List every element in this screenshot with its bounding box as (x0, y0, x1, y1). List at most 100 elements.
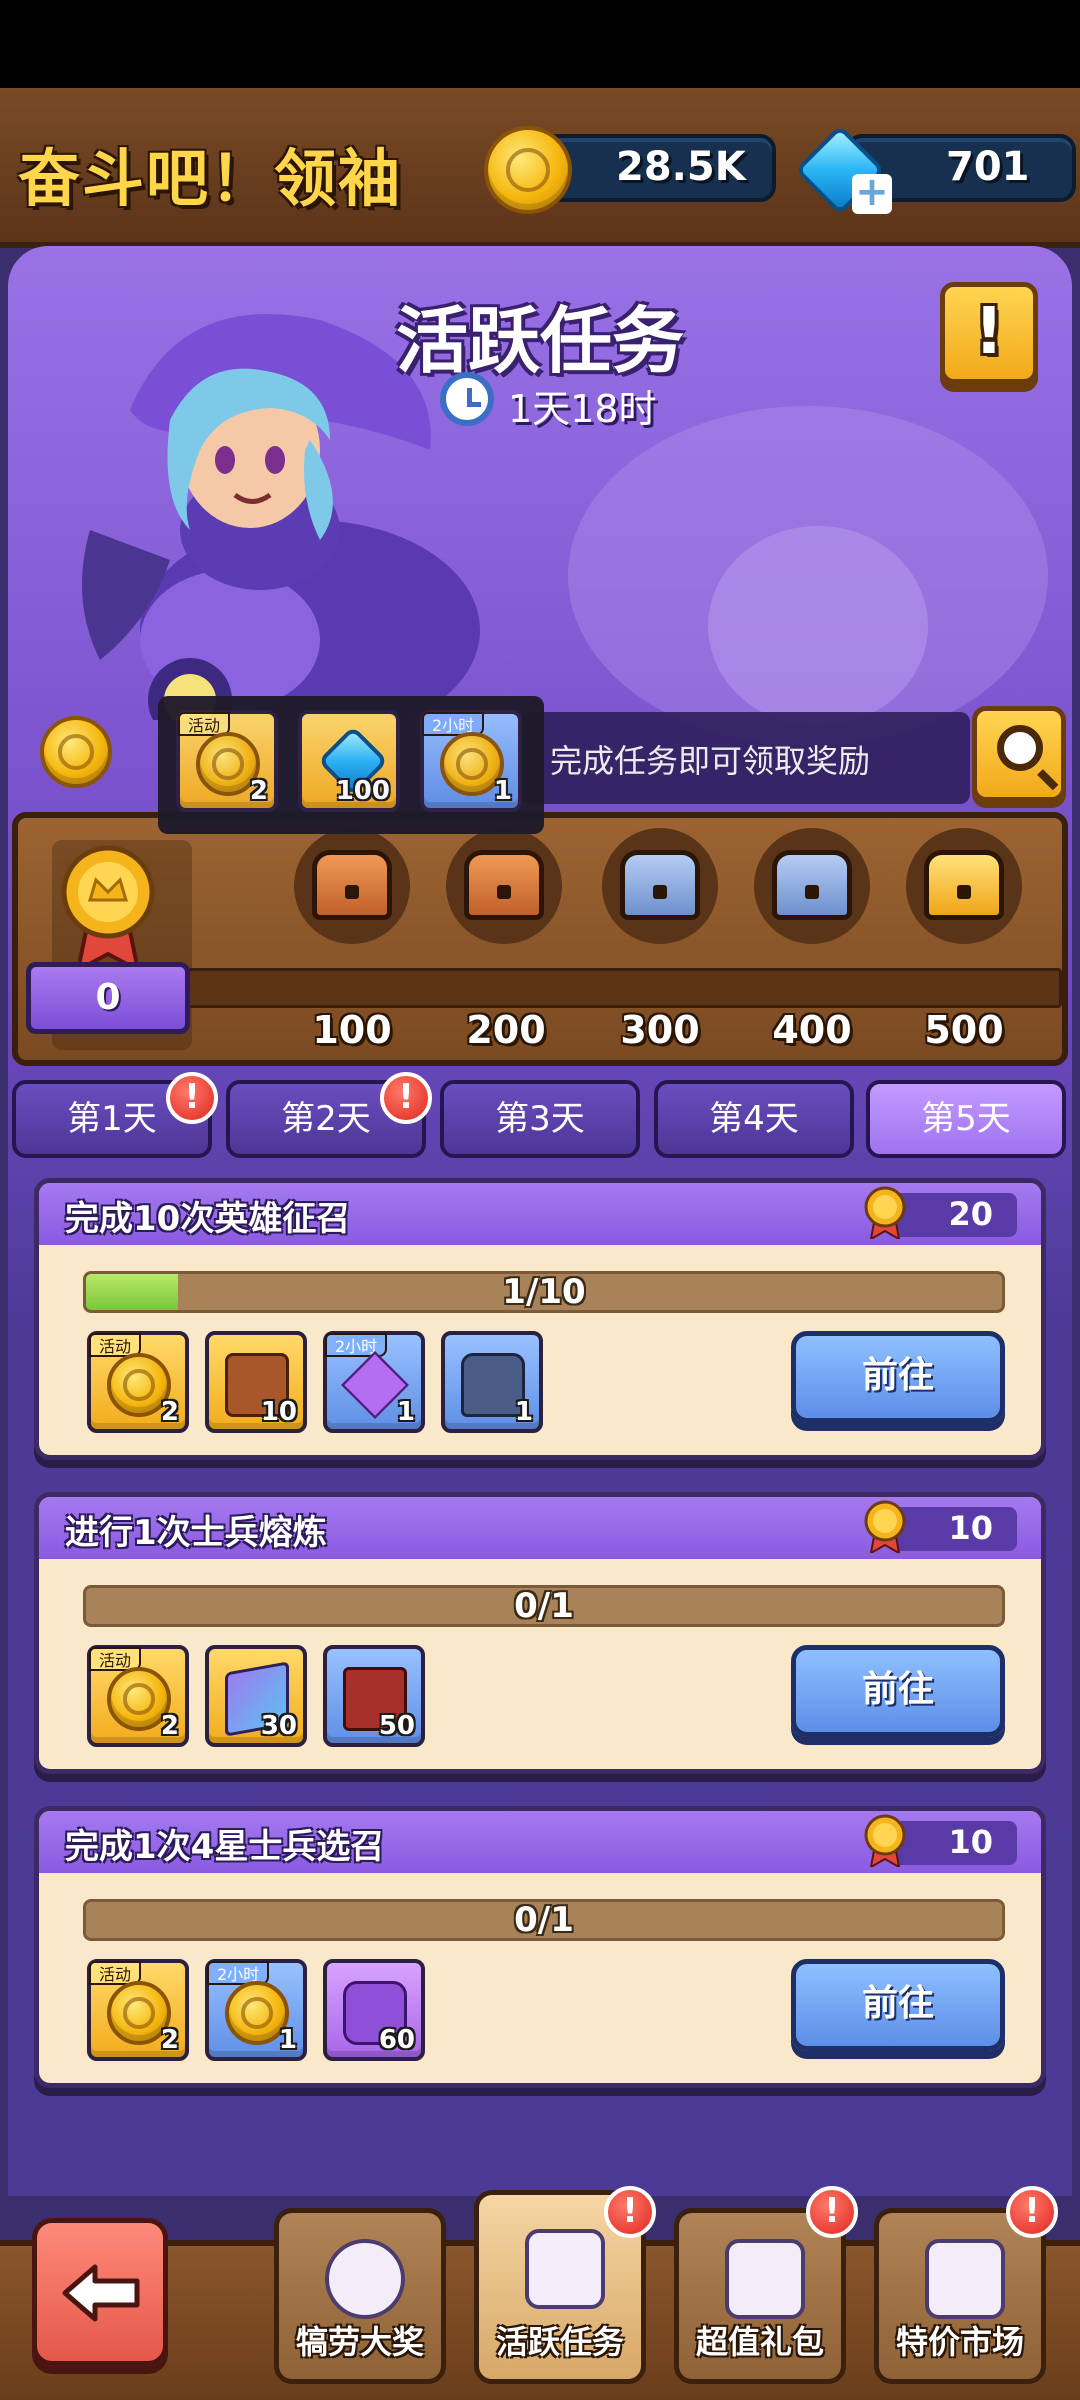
milestone-threshold-4: 400 (772, 1008, 852, 1052)
tab-label: 第3天 (495, 1099, 585, 1139)
gem-amount: 701 (946, 144, 1030, 190)
task-reward[interactable]: 活动 2 (87, 1645, 189, 1747)
reward-count: 1 (514, 1397, 533, 1427)
task-reward[interactable]: 30 (205, 1645, 307, 1747)
preview-rewards-button[interactable] (972, 706, 1066, 802)
back-button[interactable] (32, 2218, 168, 2366)
tab-label: 第1天 (67, 1099, 157, 1139)
info-button[interactable]: ! (940, 282, 1038, 384)
tab-label: 第2天 (281, 1099, 371, 1139)
task-progress-bar: 1/10 (83, 1271, 1005, 1313)
clock-icon (440, 372, 494, 426)
task-points-value: 10 (948, 1823, 993, 1861)
coin-icon (484, 126, 572, 214)
milestone-threshold-3: 300 (620, 1008, 700, 1052)
task-reward[interactable]: 50 (323, 1645, 425, 1747)
reward-count: 10 (260, 1397, 297, 1427)
reward-count: 100 (335, 776, 390, 806)
exclamation-icon: ! (974, 295, 1004, 369)
reward-tooltip: 活动 2 100 2小时 1 (158, 696, 544, 834)
go-button[interactable]: 前往 (791, 1331, 1005, 1423)
shop-icon (925, 2239, 1005, 2319)
task-reward[interactable]: 2小时 1 (323, 1331, 425, 1433)
task-points-value: 10 (948, 1509, 993, 1547)
task-reward[interactable]: 活动 2 (87, 1331, 189, 1433)
task-progress-text: 0/1 (514, 1586, 574, 1626)
task-header: 完成10次英雄征召 20 (39, 1183, 1041, 1245)
reward-count: 1 (396, 1397, 415, 1427)
hint-text: 完成任务即可领取奖励 (550, 742, 871, 780)
alert-badge-icon: ! (380, 1072, 432, 1124)
milestone-progress-track (160, 968, 1062, 1008)
magnifier-icon (997, 725, 1043, 771)
milestone-chest-3[interactable] (602, 828, 718, 944)
medal-icon (864, 1814, 906, 1867)
reward-count: 60 (378, 2025, 415, 2055)
alert-badge-icon: ! (1006, 2186, 1058, 2238)
tab-day-3[interactable]: 第3天 (440, 1080, 640, 1158)
alert-badge-icon: ! (604, 2186, 656, 2238)
gold-chest-icon (924, 850, 1004, 920)
milestone-chest-2[interactable] (446, 828, 562, 944)
nav-tab-prize[interactable]: 犒劳大奖 (274, 2208, 446, 2384)
tooltip-reward-3: 2小时 1 (420, 710, 522, 812)
reward-count: 50 (378, 1711, 415, 1741)
tooltip-reward-1: 活动 2 (176, 710, 278, 812)
reward-count: 2 (160, 2025, 179, 2055)
go-button[interactable]: 前往 (791, 1959, 1005, 2051)
silver-chest-icon (772, 850, 852, 920)
bronze-chest-icon (464, 850, 544, 920)
medal-icon (864, 1500, 906, 1553)
task-title: 进行1次士兵熔炼 (65, 1513, 327, 1553)
current-points: 0 (95, 977, 121, 1018)
task-progress-bar: 0/1 (83, 1585, 1005, 1627)
task-points-value: 20 (948, 1195, 993, 1233)
task-reward[interactable]: 10 (205, 1331, 307, 1433)
task-reward[interactable]: 活动 2 (87, 1959, 189, 2061)
add-gems-button[interactable]: + (852, 172, 892, 214)
tab-label: 第5天 (921, 1099, 1011, 1139)
task-title: 完成10次英雄征召 (65, 1199, 351, 1239)
coin-amount: 28.5K (616, 144, 746, 190)
milestone-chest-1[interactable] (294, 828, 410, 944)
status-bar (0, 0, 1080, 88)
milestone-threshold-5: 500 (924, 1008, 1004, 1052)
task-header: 完成1次4星士兵选召 10 (39, 1811, 1041, 1873)
task-progress-text: 1/10 (502, 1272, 586, 1312)
reward-count: 2 (160, 1711, 179, 1741)
milestone-chest-4[interactable] (754, 828, 870, 944)
reward-count: 2 (160, 1397, 179, 1427)
time-left: 1天18时 (508, 387, 657, 431)
tooltip-reward-2: 100 (298, 710, 400, 812)
task-progress-text: 0/1 (514, 1900, 574, 1940)
task-reward[interactable]: 1 (441, 1331, 543, 1433)
gift-icon (725, 2239, 805, 2319)
go-button[interactable]: 前往 (791, 1645, 1005, 1737)
reward-count: 2 (249, 776, 268, 806)
task-header: 进行1次士兵熔炼 10 (39, 1497, 1041, 1559)
medal-icon (61, 845, 155, 972)
task-title: 完成1次4星士兵选召 (65, 1827, 385, 1867)
nav-label: 特价市场 (895, 2323, 1024, 2361)
activity-coin-icon (40, 716, 112, 788)
clipboard-icon (525, 2229, 605, 2309)
tab-day-5[interactable]: 第5天 (866, 1080, 1066, 1158)
bronze-chest-icon (312, 850, 392, 920)
hint-bar: 完成任务即可领取奖励 (520, 712, 970, 804)
milestone-chest-5[interactable] (906, 828, 1022, 944)
task-reward[interactable]: 60 (323, 1959, 425, 2061)
nav-label: 活跃任务 (495, 2323, 624, 2361)
task-reward[interactable]: 2小时 1 (205, 1959, 307, 2061)
nav-label: 超值礼包 (695, 2323, 824, 2361)
nav-label: 犒劳大奖 (295, 2323, 424, 2361)
milestone-threshold-2: 200 (466, 1008, 546, 1052)
alert-badge-icon: ! (806, 2186, 858, 2238)
game-title: 奋斗吧！领袖 (18, 142, 403, 215)
silver-chest-icon (620, 850, 700, 920)
reward-count: 1 (493, 776, 512, 806)
milestone-threshold-1: 100 (312, 1008, 392, 1052)
tab-day-4[interactable]: 第4天 (654, 1080, 854, 1158)
task-card: 进行1次士兵熔炼 10 0/1 活动 2 30 50 前往 (34, 1492, 1046, 1774)
task-card: 完成10次英雄征召 20 1/10 活动 2 10 2小时 1 1 前往 (34, 1178, 1046, 1460)
task-progress-bar: 0/1 (83, 1899, 1005, 1941)
